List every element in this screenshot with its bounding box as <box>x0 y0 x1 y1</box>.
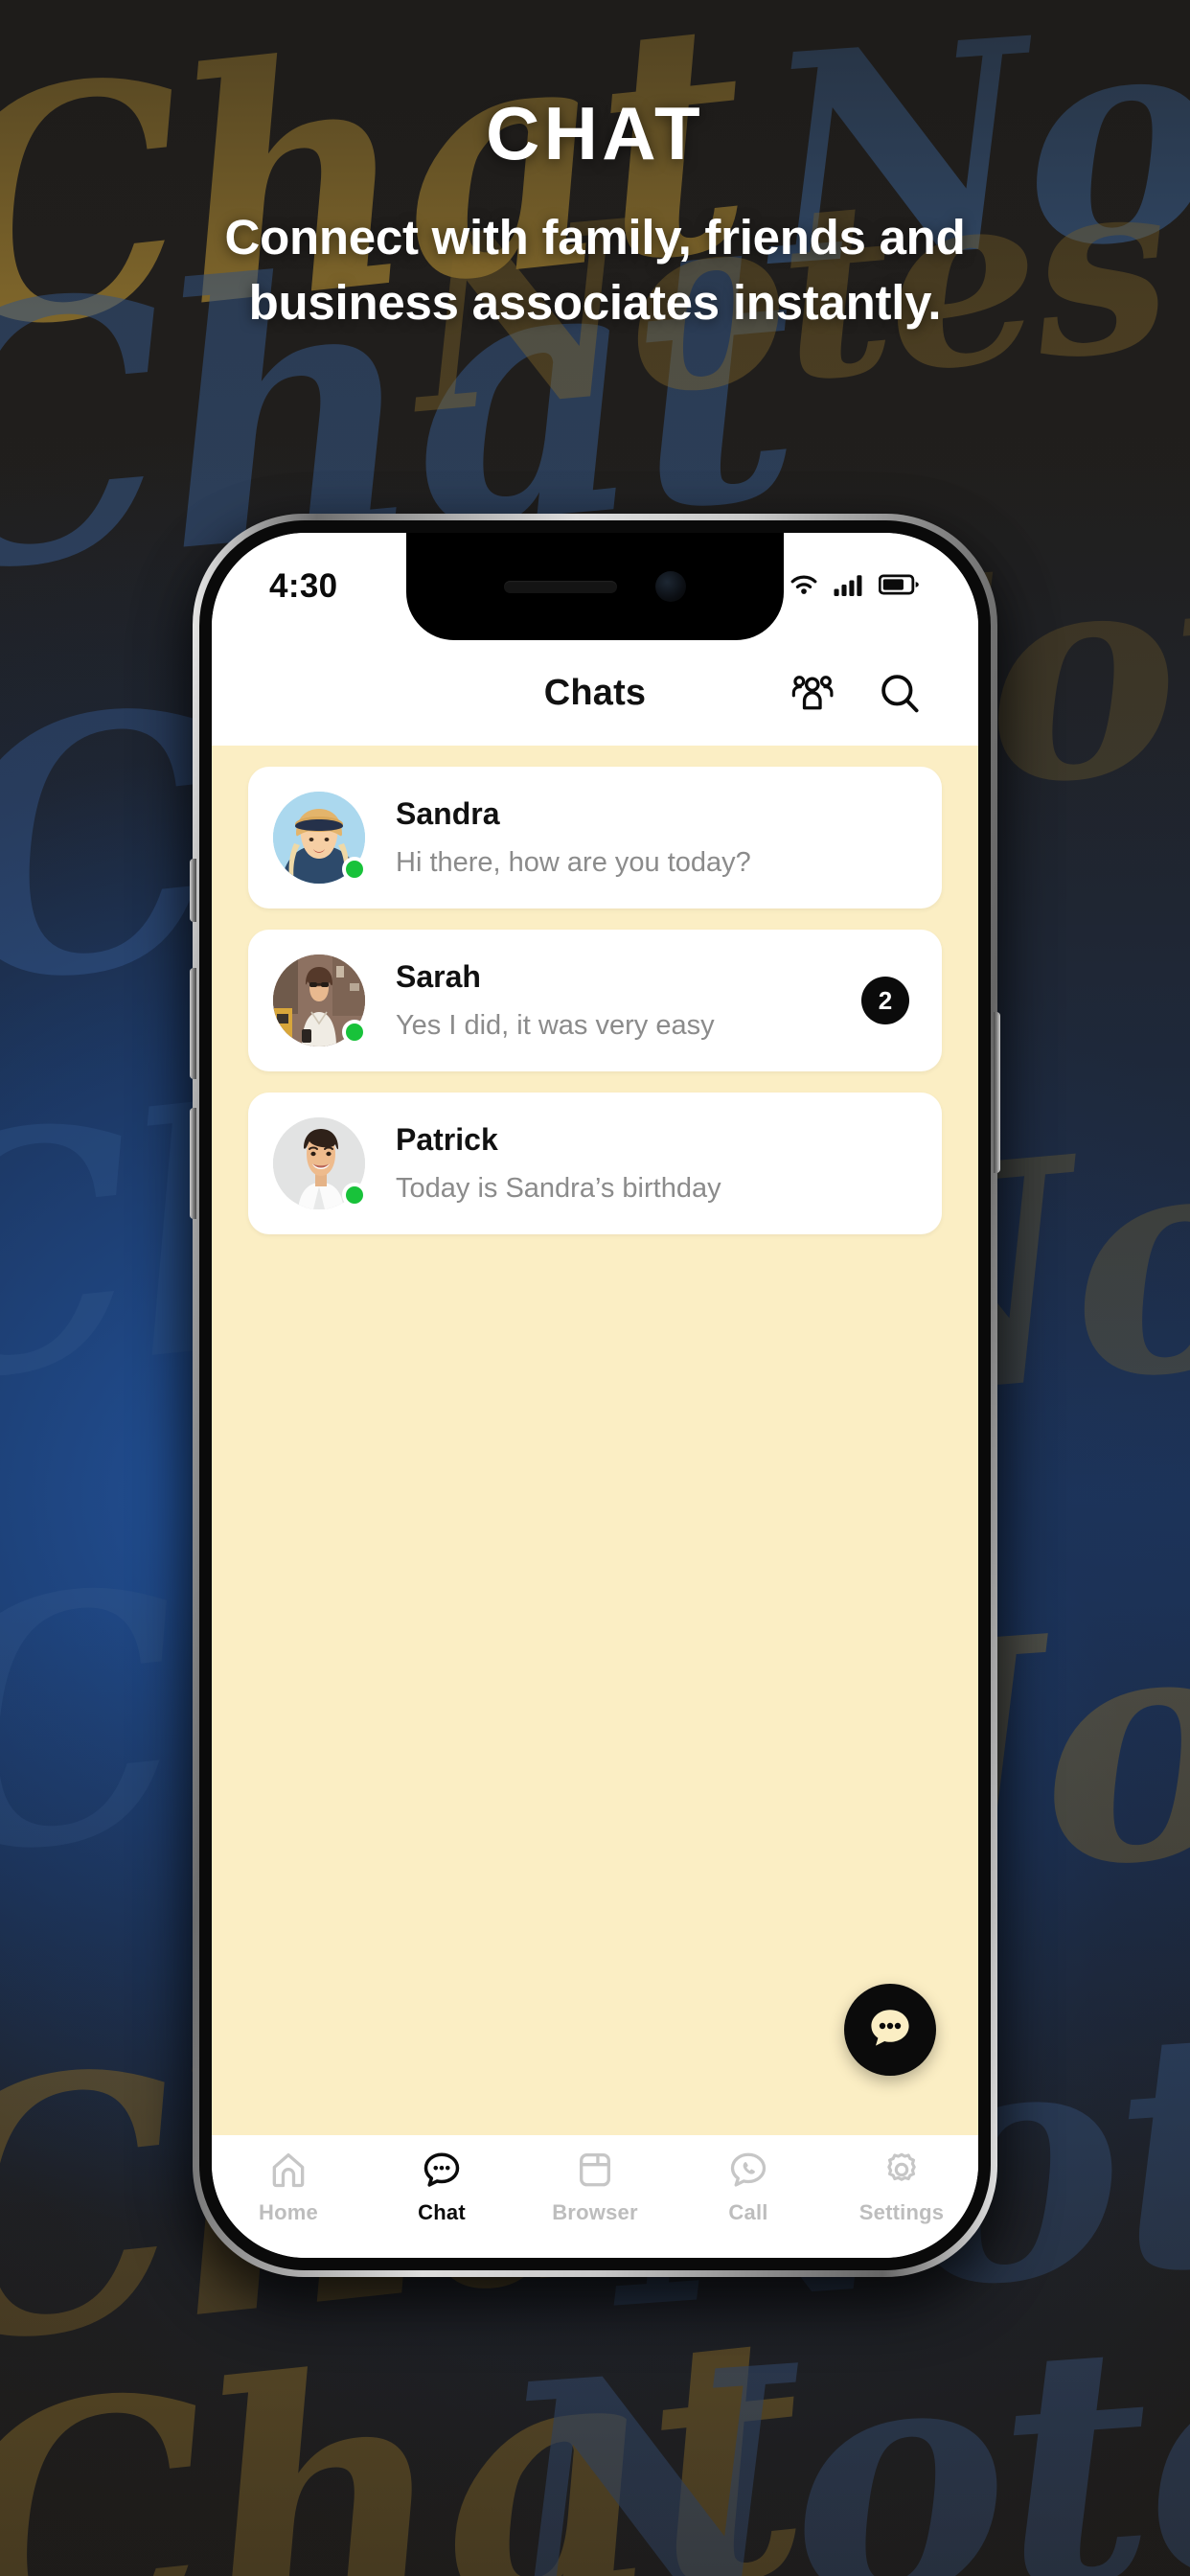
tab-browser[interactable]: Browser <box>523 2149 667 2225</box>
list-item-text: Sarah Yes I did, it was very easy <box>396 958 861 1042</box>
last-message: Hi there, how are you today? <box>396 846 751 878</box>
online-status-dot <box>342 1020 367 1045</box>
page-title: CHAT <box>485 91 704 175</box>
avatar <box>273 954 367 1046</box>
phone-mockup: 4:30 Chats Sandra Hi there, how are you … <box>173 514 1017 2306</box>
chat-bubble-dots-icon <box>865 2003 915 2058</box>
browser-icon <box>574 2149 616 2191</box>
front-camera <box>655 571 686 602</box>
tab-label: Home <box>258 2200 318 2224</box>
tab-settings[interactable]: Settings <box>830 2149 973 2225</box>
earpiece-speaker <box>504 580 617 593</box>
search-icon[interactable] <box>875 668 925 718</box>
contact-name: Sandra <box>396 796 500 832</box>
unread-badge: 2 <box>861 977 909 1024</box>
power-button[interactable] <box>994 1012 1000 1173</box>
last-message: Today is Sandra’s birthday <box>396 1172 721 1204</box>
list-item[interactable]: Sarah Yes I did, it was very easy 2 <box>248 930 942 1071</box>
promo-header: CHAT Connect with family, friends and bu… <box>0 96 1190 335</box>
promo-subtitle: Connect with family, friends and busines… <box>0 205 1190 335</box>
app-header: Chats <box>212 640 978 746</box>
contact-name: Patrick <box>396 1122 498 1158</box>
volume-down-button[interactable] <box>190 1108 196 1219</box>
new-chat-fab[interactable] <box>844 1984 936 2076</box>
cellular-signal-icon <box>833 571 867 603</box>
gear-icon <box>881 2149 923 2191</box>
people-group-icon[interactable] <box>789 668 838 718</box>
promo-subtitle-line-2: business associates instantly. <box>248 274 942 330</box>
promo-subtitle-line-1: Connect with family, friends and <box>224 210 966 264</box>
app-header-actions <box>789 668 925 718</box>
list-item-text: Sandra Hi there, how are you today? <box>396 795 909 879</box>
chat-icon <box>421 2149 463 2191</box>
tab-label: Call <box>728 2200 768 2224</box>
phone-screen: 4:30 Chats Sandra Hi there, how are you … <box>212 533 978 2258</box>
list-item[interactable]: Patrick Today is Sandra’s birthday <box>248 1092 942 1234</box>
status-time: 4:30 <box>269 567 338 605</box>
tab-chat[interactable]: Chat <box>370 2149 514 2225</box>
home-icon <box>267 2149 309 2191</box>
volume-up-button[interactable] <box>190 968 196 1079</box>
tab-label: Settings <box>858 2200 945 2224</box>
tab-call[interactable]: Call <box>676 2149 820 2225</box>
phone-bezel: 4:30 Chats Sandra Hi there, how are you … <box>199 520 991 2270</box>
last-message: Yes I did, it was very easy <box>396 1009 715 1041</box>
battery-icon <box>878 571 921 603</box>
tab-home[interactable]: Home <box>217 2149 360 2225</box>
tab-label: Browser <box>552 2200 638 2224</box>
wifi-icon <box>787 571 821 603</box>
online-status-dot <box>342 1183 367 1208</box>
status-indicators <box>787 571 921 603</box>
phone-icon <box>727 2149 769 2191</box>
chat-list: Sandra Hi there, how are you today? Sara… <box>212 746 978 2135</box>
mute-switch[interactable] <box>190 859 196 922</box>
phone-notch <box>406 533 784 640</box>
phone-frame: 4:30 Chats Sandra Hi there, how are you … <box>190 514 1000 2277</box>
online-status-dot <box>342 857 367 882</box>
list-item[interactable]: Sandra Hi there, how are you today? <box>248 767 942 908</box>
tab-label: Chat <box>418 2200 466 2224</box>
avatar <box>273 792 367 884</box>
bottom-navigation: Home Chat Browser Call Settings <box>212 2135 978 2258</box>
contact-name: Sarah <box>396 959 481 995</box>
list-item-text: Patrick Today is Sandra’s birthday <box>396 1121 909 1205</box>
avatar <box>273 1117 367 1209</box>
